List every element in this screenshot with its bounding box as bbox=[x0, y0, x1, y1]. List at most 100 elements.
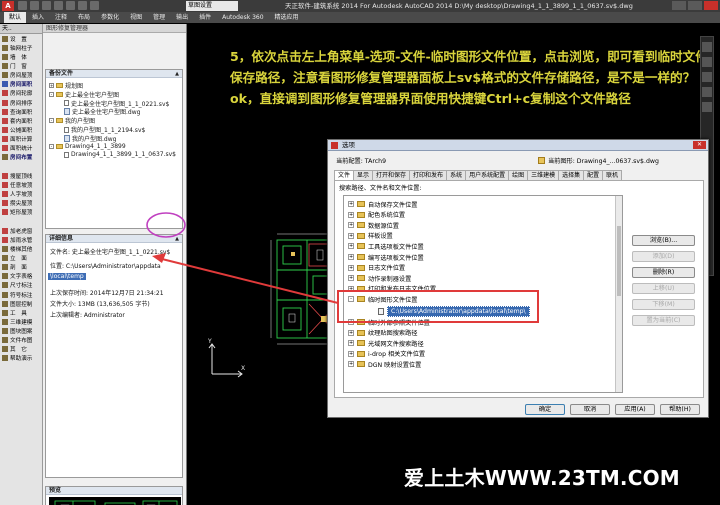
backup-folder-node[interactable]: + 规划图 bbox=[49, 81, 83, 90]
tarch-menu-item[interactable]: 加老虎窗 bbox=[0, 226, 42, 235]
tarch-menu-item[interactable]: 图层控制 bbox=[0, 299, 42, 308]
tarch-menu-item[interactable]: 套内面积 bbox=[0, 116, 42, 125]
backup-file-node[interactable]: 我的户型图.dwg bbox=[64, 134, 116, 143]
tarch-menu-item[interactable]: 加雨水管 bbox=[0, 235, 42, 244]
ribbon-tab[interactable]: 参数化 bbox=[96, 12, 124, 23]
file-location-node[interactable]: + 打印和发布日志文件位置 bbox=[348, 284, 436, 294]
tarch-menu-item[interactable]: 任意坡顶 bbox=[0, 180, 42, 189]
tarch-menu-item[interactable]: 剖 面 bbox=[0, 263, 42, 272]
file-location-button[interactable]: 置为当前(C) bbox=[632, 315, 695, 326]
undo-icon[interactable] bbox=[78, 1, 87, 10]
ok-button[interactable]: 确定 bbox=[525, 404, 565, 415]
help-button[interactable]: 帮助(H) bbox=[660, 404, 700, 415]
ribbon-tab[interactable]: 注释 bbox=[50, 12, 72, 23]
tarch-menu-item[interactable]: 文件布图 bbox=[0, 336, 42, 345]
detail-location[interactable]: 位置: C:\Users\Administrator\appdata bbox=[50, 261, 161, 270]
tarch-menu-item[interactable]: 面积计算 bbox=[0, 135, 42, 144]
detail-location-selected[interactable]: \local\temp bbox=[48, 273, 86, 280]
file-location-node[interactable]: + 动作录制器设置 bbox=[348, 273, 411, 283]
expand-icon[interactable]: + bbox=[348, 264, 354, 271]
new-file-icon[interactable] bbox=[18, 1, 27, 10]
expand-icon[interactable]: + bbox=[348, 329, 354, 336]
tarch-menu-item[interactable]: 三维建模 bbox=[0, 317, 42, 326]
file-location-button[interactable]: 下移(M) bbox=[632, 299, 695, 310]
tarch-menu-item[interactable]: 房间排序 bbox=[0, 98, 42, 107]
plot-icon[interactable] bbox=[66, 1, 75, 10]
expand-icon[interactable]: + bbox=[348, 243, 354, 250]
expand-icon[interactable]: + bbox=[348, 361, 354, 368]
ribbon-tab[interactable]: Autodesk 360 bbox=[217, 12, 268, 23]
details-header[interactable]: 详细信息 ▲ bbox=[46, 235, 182, 243]
collapse-icon[interactable]: - bbox=[49, 91, 54, 97]
backup-file-node[interactable]: Drawing4_1_1_3899_1_1_0637.sv$ bbox=[64, 151, 176, 158]
tarch-menu-item[interactable]: 房间屋顶 bbox=[0, 71, 42, 80]
ribbon-tab[interactable]: 插入 bbox=[27, 12, 49, 23]
file-location-button[interactable]: 添加(D) bbox=[632, 251, 695, 262]
tarch-menu-item[interactable]: 设 置 bbox=[0, 34, 42, 43]
ribbon-tab[interactable]: 管理 bbox=[148, 12, 170, 23]
file-location-node[interactable]: + 临时外部参照文件位置 bbox=[348, 317, 430, 327]
file-location-node[interactable]: + 工具选项板文件位置 bbox=[348, 241, 424, 251]
file-location-node[interactable]: + 编写选项板文件位置 bbox=[348, 252, 424, 262]
temp-path-entry[interactable]: C:\Users\Administrator\appdata\local\tem… bbox=[378, 305, 530, 317]
expand-icon[interactable]: + bbox=[348, 340, 354, 347]
tarch-menu-item[interactable]: 图块图案 bbox=[0, 327, 42, 336]
expand-icon[interactable]: + bbox=[348, 232, 354, 239]
expand-icon[interactable]: + bbox=[348, 211, 354, 218]
options-tab[interactable]: 系统 bbox=[446, 170, 467, 180]
file-location-node[interactable]: + 样板设置 bbox=[348, 231, 393, 241]
app-logo-icon[interactable]: A bbox=[2, 1, 14, 11]
options-tab[interactable]: 配置 bbox=[583, 170, 604, 180]
tarch-menu-item[interactable]: 房间轮廓 bbox=[0, 89, 42, 98]
ribbon-tab[interactable]: 视图 bbox=[125, 12, 147, 23]
tarch-menu-item[interactable]: 尺寸标注 bbox=[0, 281, 42, 290]
options-tab[interactable]: 三维建模 bbox=[527, 170, 560, 180]
save-icon[interactable] bbox=[42, 1, 51, 10]
tarch-menu-item[interactable]: 攒尖屋顶 bbox=[0, 199, 42, 208]
options-tab[interactable]: 打印和发布 bbox=[409, 170, 448, 180]
options-tab[interactable]: 文件 bbox=[334, 170, 355, 180]
backup-file-node[interactable]: 史上最全住宅户型图_1_1_0221.sv$ bbox=[64, 99, 169, 108]
close-window-button[interactable] bbox=[704, 1, 718, 10]
temp-path-value[interactable]: C:\Users\Administrator\appdata\local\tem… bbox=[387, 305, 530, 317]
collapse-icon[interactable]: - bbox=[49, 143, 54, 149]
minimize-button[interactable] bbox=[672, 1, 686, 10]
redo-icon[interactable] bbox=[90, 1, 99, 10]
backup-folder-node[interactable]: - 我的户型图 bbox=[49, 116, 95, 125]
preview-header[interactable]: 预览 bbox=[46, 487, 182, 495]
tarch-menu-item[interactable]: 公摊面积 bbox=[0, 125, 42, 134]
close-dialog-button[interactable]: ✕ bbox=[693, 141, 706, 149]
backup-file-node[interactable]: 史上最全住宅户型图.dwg bbox=[64, 107, 140, 116]
file-location-node[interactable]: + DGN 映射设置位置 bbox=[348, 359, 421, 369]
file-location-node[interactable]: + 数据源位置 bbox=[348, 220, 399, 230]
tarch-menu-item[interactable]: 立 面 bbox=[0, 253, 42, 262]
pan-icon[interactable] bbox=[702, 57, 712, 67]
file-location-button[interactable]: 上移(U) bbox=[632, 283, 695, 294]
tarch-menu-item[interactable]: 门 窗 bbox=[0, 61, 42, 70]
file-location-button[interactable]: 浏览(B)... bbox=[632, 235, 695, 246]
expand-icon[interactable]: + bbox=[348, 222, 354, 229]
ribbon-tab[interactable]: 布局 bbox=[73, 12, 95, 23]
expand-icon[interactable]: + bbox=[348, 254, 354, 260]
tree-scrollbar[interactable] bbox=[615, 196, 622, 392]
file-location-node[interactable]: - 临时图形文件位置 bbox=[348, 294, 418, 304]
expand-icon[interactable]: + bbox=[49, 83, 54, 88]
expand-icon[interactable]: + bbox=[348, 285, 354, 292]
scrollbar-thumb[interactable] bbox=[617, 226, 621, 296]
tarch-menu-item[interactable] bbox=[0, 162, 42, 171]
backup-folder-node[interactable]: - 史上最全住宅户型图 bbox=[49, 90, 119, 99]
tarch-menu-item[interactable]: 其 它 bbox=[0, 345, 42, 354]
tarch-menu-item[interactable]: 查询面积 bbox=[0, 107, 42, 116]
showmotion-icon[interactable] bbox=[702, 102, 712, 112]
ribbon-tab[interactable]: 输出 bbox=[171, 12, 193, 23]
file-location-button[interactable]: 删除(R) bbox=[632, 267, 695, 278]
expand-icon[interactable]: + bbox=[348, 319, 354, 325]
tarch-menu-item[interactable]: 轴网柱子 bbox=[0, 43, 42, 52]
options-tab[interactable]: 显示 bbox=[353, 170, 374, 180]
apply-button[interactable]: 应用(A) bbox=[615, 404, 655, 415]
tarch-menu-item[interactable] bbox=[0, 217, 42, 226]
options-tab[interactable]: 用户系统配置 bbox=[465, 170, 510, 180]
tarch-menu-item[interactable]: 符号标注 bbox=[0, 290, 42, 299]
collapse-icon[interactable]: ▲ bbox=[175, 235, 179, 243]
tarch-menu-item[interactable]: 面积统计 bbox=[0, 144, 42, 153]
